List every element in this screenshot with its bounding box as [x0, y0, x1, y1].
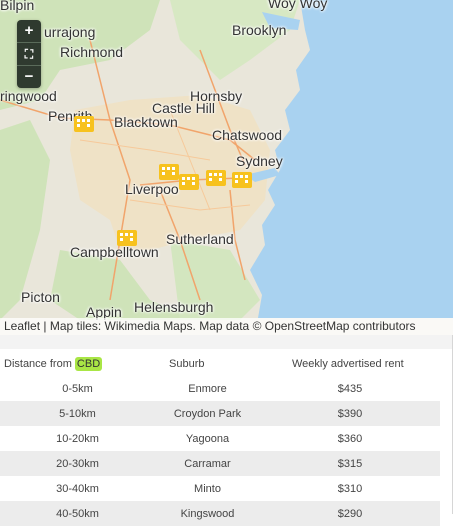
- place-label-chatswood: Chatswood: [212, 127, 283, 143]
- place-label-springwood: ringwood: [0, 88, 57, 104]
- section-gap: [0, 335, 453, 349]
- zoom-control: + ⛶ −: [17, 20, 41, 88]
- place-label-bilpin: Bilpin: [0, 0, 35, 13]
- place-label-richmond: Richmond: [60, 44, 124, 60]
- cell-suburb: Yagoona: [155, 426, 260, 451]
- place-label-campbelltown: Campbelltown: [70, 244, 159, 260]
- table-row: 0-5km Enmore $435: [0, 376, 440, 401]
- place-label-sydney: Sydney: [236, 153, 283, 169]
- building-marker-icon[interactable]: [158, 160, 180, 182]
- rent-table: Distance from CBD Suburb Weekly advertis…: [0, 351, 440, 526]
- cell-suburb: Minto: [155, 476, 260, 501]
- cell-distance: 10-20km: [0, 426, 155, 451]
- place-label-sutherland: Sutherland: [166, 231, 234, 247]
- place-label-blacktown: Blacktown: [114, 114, 178, 130]
- header-suburb: Suburb: [169, 357, 205, 370]
- place-label-kurrajong: urrajong: [44, 24, 96, 40]
- cell-rent: $360: [260, 426, 440, 451]
- cell-rent: $435: [260, 376, 440, 401]
- cbd-highlight: CBD: [74, 356, 103, 371]
- header-distance-prefix: Distance from: [4, 357, 75, 370]
- place-label-brooklyn: Brooklyn: [232, 22, 287, 38]
- cell-suburb: Enmore: [155, 376, 260, 401]
- attribution-text: Map tiles: Wikimedia Maps. Map data © Op…: [49, 319, 416, 333]
- building-marker-icon[interactable]: [231, 168, 253, 190]
- table-row: 30-40km Minto $310: [0, 476, 440, 501]
- leaflet-link[interactable]: Leaflet: [4, 319, 40, 333]
- place-label-helensburgh: Helensburgh: [134, 299, 214, 315]
- table-row: 10-20km Yagoona $360: [0, 426, 440, 451]
- header-distance: Distance from CBD: [0, 351, 155, 376]
- map-attribution: Leaflet | Map tiles: Wikimedia Maps. Map…: [0, 318, 453, 335]
- header-rent: Weekly advertised rent: [292, 357, 404, 370]
- cell-suburb: Carramar: [155, 451, 260, 476]
- place-label-liverpool: Liverpoo: [125, 181, 179, 197]
- place-label-picton: Picton: [21, 289, 60, 305]
- table-row: 5-10km Croydon Park $390: [0, 401, 440, 426]
- zoom-out-button[interactable]: −: [17, 66, 41, 88]
- fullscreen-button[interactable]: ⛶: [17, 43, 41, 66]
- cell-distance: 5-10km: [0, 401, 155, 426]
- table-header-row: Distance from CBD Suburb Weekly advertis…: [0, 351, 440, 376]
- building-marker-icon[interactable]: [116, 226, 138, 248]
- cell-suburb: Croydon Park: [155, 401, 260, 426]
- cell-distance: 0-5km: [0, 376, 155, 401]
- building-marker-icon[interactable]: [178, 170, 200, 192]
- map[interactable]: Bilpin urrajong Richmond ringwood Penrit…: [0, 0, 453, 335]
- table-row: 20-30km Carramar $315: [0, 451, 440, 476]
- place-label-woywoy: Woy Woy: [268, 0, 328, 11]
- building-marker-icon[interactable]: [73, 112, 95, 134]
- cell-rent: $310: [260, 476, 440, 501]
- cell-rent: $390: [260, 401, 440, 426]
- building-marker-icon[interactable]: [205, 166, 227, 188]
- cell-rent: $315: [260, 451, 440, 476]
- zoom-in-button[interactable]: +: [17, 20, 41, 43]
- attribution-separator: |: [40, 319, 50, 333]
- place-label-hornsby: Hornsby: [190, 88, 243, 104]
- cell-distance: 20-30km: [0, 451, 155, 476]
- cell-distance: 30-40km: [0, 476, 155, 501]
